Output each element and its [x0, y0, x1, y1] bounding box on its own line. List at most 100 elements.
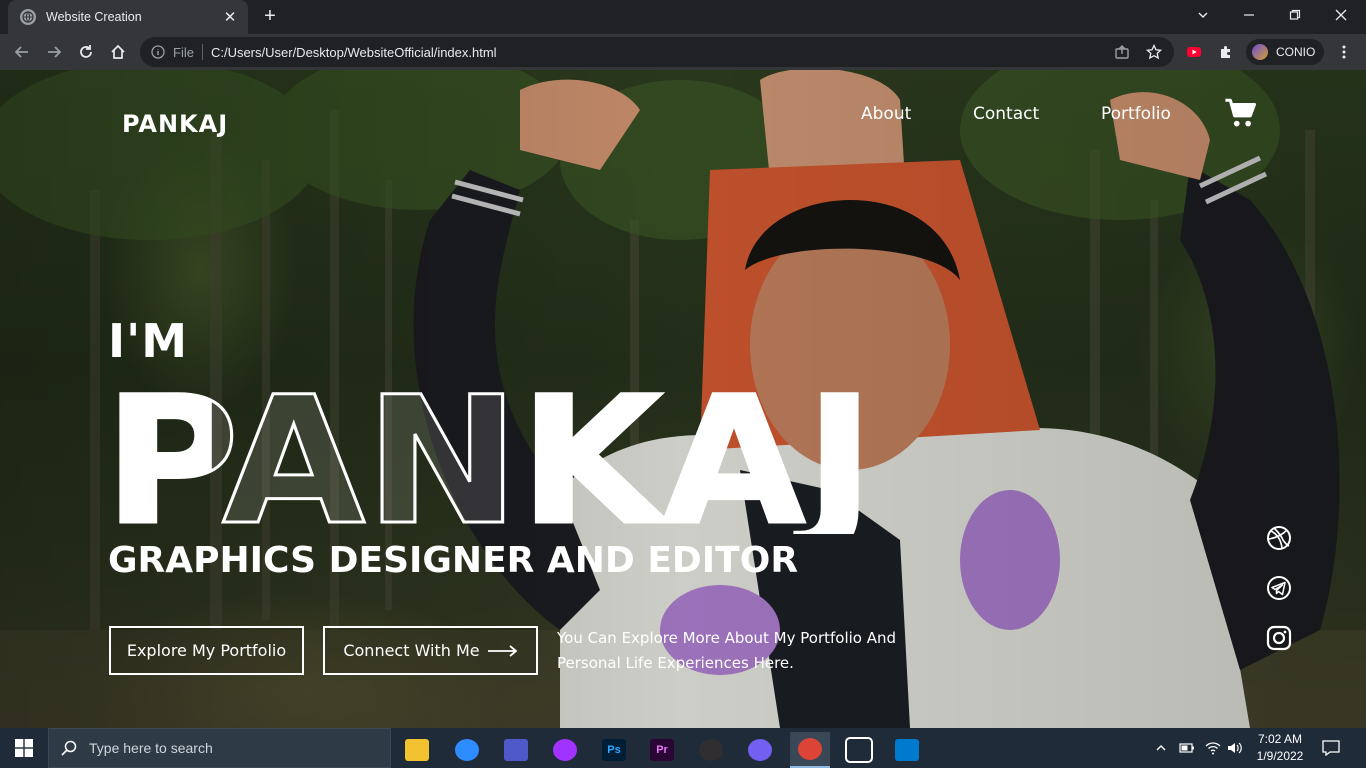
- tab-search-button[interactable]: [1180, 0, 1226, 30]
- nav-contact[interactable]: Contact: [973, 104, 1039, 124]
- taskbar-app-premiere[interactable]: Pr: [642, 732, 682, 768]
- tab-close-icon[interactable]: ✕: [222, 8, 238, 26]
- clock-time: 7:02 AM: [1257, 732, 1303, 746]
- chevron-down-icon: [1198, 12, 1208, 18]
- connect-label: Connect With Me: [343, 641, 480, 660]
- volume-button[interactable]: [1227, 728, 1243, 768]
- dribbble-icon[interactable]: [1266, 525, 1292, 551]
- hero-name: PANKAJ PANKAJ PANKAJ: [104, 374, 876, 534]
- explore-portfolio-label: Explore My Portfolio: [126, 641, 287, 660]
- hero-description-line1: You Can Explore More About My Portfolio …: [557, 629, 897, 647]
- windows-taskbar: Type here to search Ps Pr 7:02 AM 1/9/202…: [0, 728, 1366, 768]
- close-icon: [1335, 9, 1347, 21]
- extension-button[interactable]: [1182, 40, 1206, 64]
- instagram-icon[interactable]: [1266, 625, 1292, 651]
- home-button[interactable]: [106, 40, 130, 64]
- avatar: [1252, 44, 1268, 60]
- browser-menu-button[interactable]: [1332, 40, 1356, 64]
- reload-icon: [80, 45, 92, 58]
- taskbar-app-messenger[interactable]: [545, 732, 585, 768]
- nav-portfolio[interactable]: Portfolio: [1101, 104, 1171, 124]
- extensions-menu-button[interactable]: [1214, 40, 1238, 64]
- url-scheme-label: File: [173, 44, 194, 60]
- browser-toolbar: File C:/Users/User/Desktop/WebsiteOffici…: [0, 34, 1366, 70]
- zoom-icon: [455, 739, 479, 761]
- puzzle-icon: [1221, 46, 1230, 58]
- address-bar[interactable]: File C:/Users/User/Desktop/WebsiteOffici…: [140, 37, 1174, 67]
- telegram-icon[interactable]: [1266, 575, 1292, 601]
- youtube-extension-icon: [1187, 47, 1201, 57]
- share-button[interactable]: [1110, 40, 1134, 64]
- new-tab-button[interactable]: +: [258, 5, 282, 29]
- messenger-icon: [553, 739, 577, 761]
- battery-button[interactable]: [1179, 728, 1195, 768]
- web-page: PANKAJ About Contact Portfolio I'M PANKA…: [0, 70, 1366, 728]
- url-text[interactable]: C:/Users/User/Desktop/WebsiteOfficial/in…: [211, 45, 497, 60]
- hero-description-line2: Personal Life Experiences Here.: [557, 654, 794, 672]
- start-button[interactable]: [0, 728, 48, 768]
- bookmark-button[interactable]: [1142, 40, 1166, 64]
- taskbar-app-vscode[interactable]: [887, 732, 927, 768]
- taskbar-app-viber[interactable]: [740, 732, 780, 768]
- hero-greeting: I'M: [108, 314, 188, 368]
- more-vertical-icon: [1342, 45, 1346, 59]
- clock-date: 1/9/2022: [1256, 749, 1304, 763]
- share-icon: [1115, 45, 1129, 59]
- profile-name: CONIO: [1276, 45, 1316, 59]
- hero-role: GRAPHICS DESIGNER AND EDITOR: [108, 540, 799, 581]
- search-placeholder: Type here to search: [89, 740, 213, 756]
- battery-icon: [1179, 743, 1194, 753]
- chevron-up-icon: [1156, 745, 1166, 751]
- restore-button[interactable]: [1272, 0, 1318, 30]
- profile-button[interactable]: CONIO: [1246, 39, 1324, 65]
- premiere-icon: Pr: [650, 739, 674, 761]
- browser-tab[interactable]: Website Creation ✕: [8, 0, 248, 34]
- show-hidden-icons-button[interactable]: [1155, 728, 1167, 768]
- notification-icon: [1322, 740, 1340, 756]
- close-window-button[interactable]: [1318, 0, 1364, 30]
- obs-icon: [699, 739, 723, 761]
- arrow-left-icon: [14, 46, 28, 58]
- globe-icon: [20, 9, 36, 25]
- explore-portfolio-button[interactable]: Explore My Portfolio: [109, 626, 304, 675]
- taskbar-app-photoshop[interactable]: Ps: [594, 732, 634, 768]
- arrow-right-icon: [48, 46, 62, 58]
- vscode-icon: [895, 739, 919, 761]
- site-info-icon[interactable]: [151, 45, 165, 59]
- taskbar-search-input[interactable]: Type here to search: [48, 728, 391, 768]
- connect-button[interactable]: Connect With Me: [323, 626, 538, 675]
- arrow-right-icon: [487, 644, 518, 657]
- taskbar-app-zoom[interactable]: [447, 732, 487, 768]
- taskbar-app-chrome[interactable]: [790, 732, 830, 768]
- windows-logo-icon: [15, 739, 33, 757]
- nav-about[interactable]: About: [861, 104, 911, 124]
- taskbar-app-app[interactable]: [839, 732, 879, 768]
- teams-icon: [504, 739, 528, 761]
- address-separator: [201, 44, 203, 60]
- star-icon: [1146, 44, 1162, 60]
- chrome-icon: [798, 738, 822, 760]
- network-button[interactable]: [1205, 728, 1221, 768]
- taskbar-app-obs[interactable]: [691, 732, 731, 768]
- search-icon: [61, 740, 77, 756]
- taskbar-clock[interactable]: 7:02 AM 1/9/2022: [1250, 731, 1310, 765]
- tab-title: Website Creation: [46, 10, 142, 24]
- taskbar-app-file-explorer[interactable]: [397, 732, 437, 768]
- browser-tab-strip: Website Creation ✕ +: [0, 0, 1366, 34]
- reload-button[interactable]: [74, 40, 98, 64]
- forward-button[interactable]: [42, 40, 66, 64]
- notifications-button[interactable]: [1322, 728, 1340, 768]
- back-button[interactable]: [10, 40, 34, 64]
- minimize-button[interactable]: [1226, 0, 1272, 30]
- hero-description: You Can Explore More About My Portfolio …: [557, 626, 937, 676]
- minimize-icon: [1244, 14, 1254, 16]
- speaker-icon: [1228, 742, 1242, 754]
- file-explorer-icon: [405, 739, 429, 761]
- app-icon: [845, 737, 873, 763]
- taskbar-app-teams[interactable]: [496, 732, 536, 768]
- restore-icon: [1289, 9, 1301, 20]
- home-icon: [111, 44, 125, 59]
- cart-icon[interactable]: [1224, 96, 1258, 130]
- wifi-icon: [1205, 742, 1221, 755]
- site-logo[interactable]: PANKAJ: [122, 110, 228, 138]
